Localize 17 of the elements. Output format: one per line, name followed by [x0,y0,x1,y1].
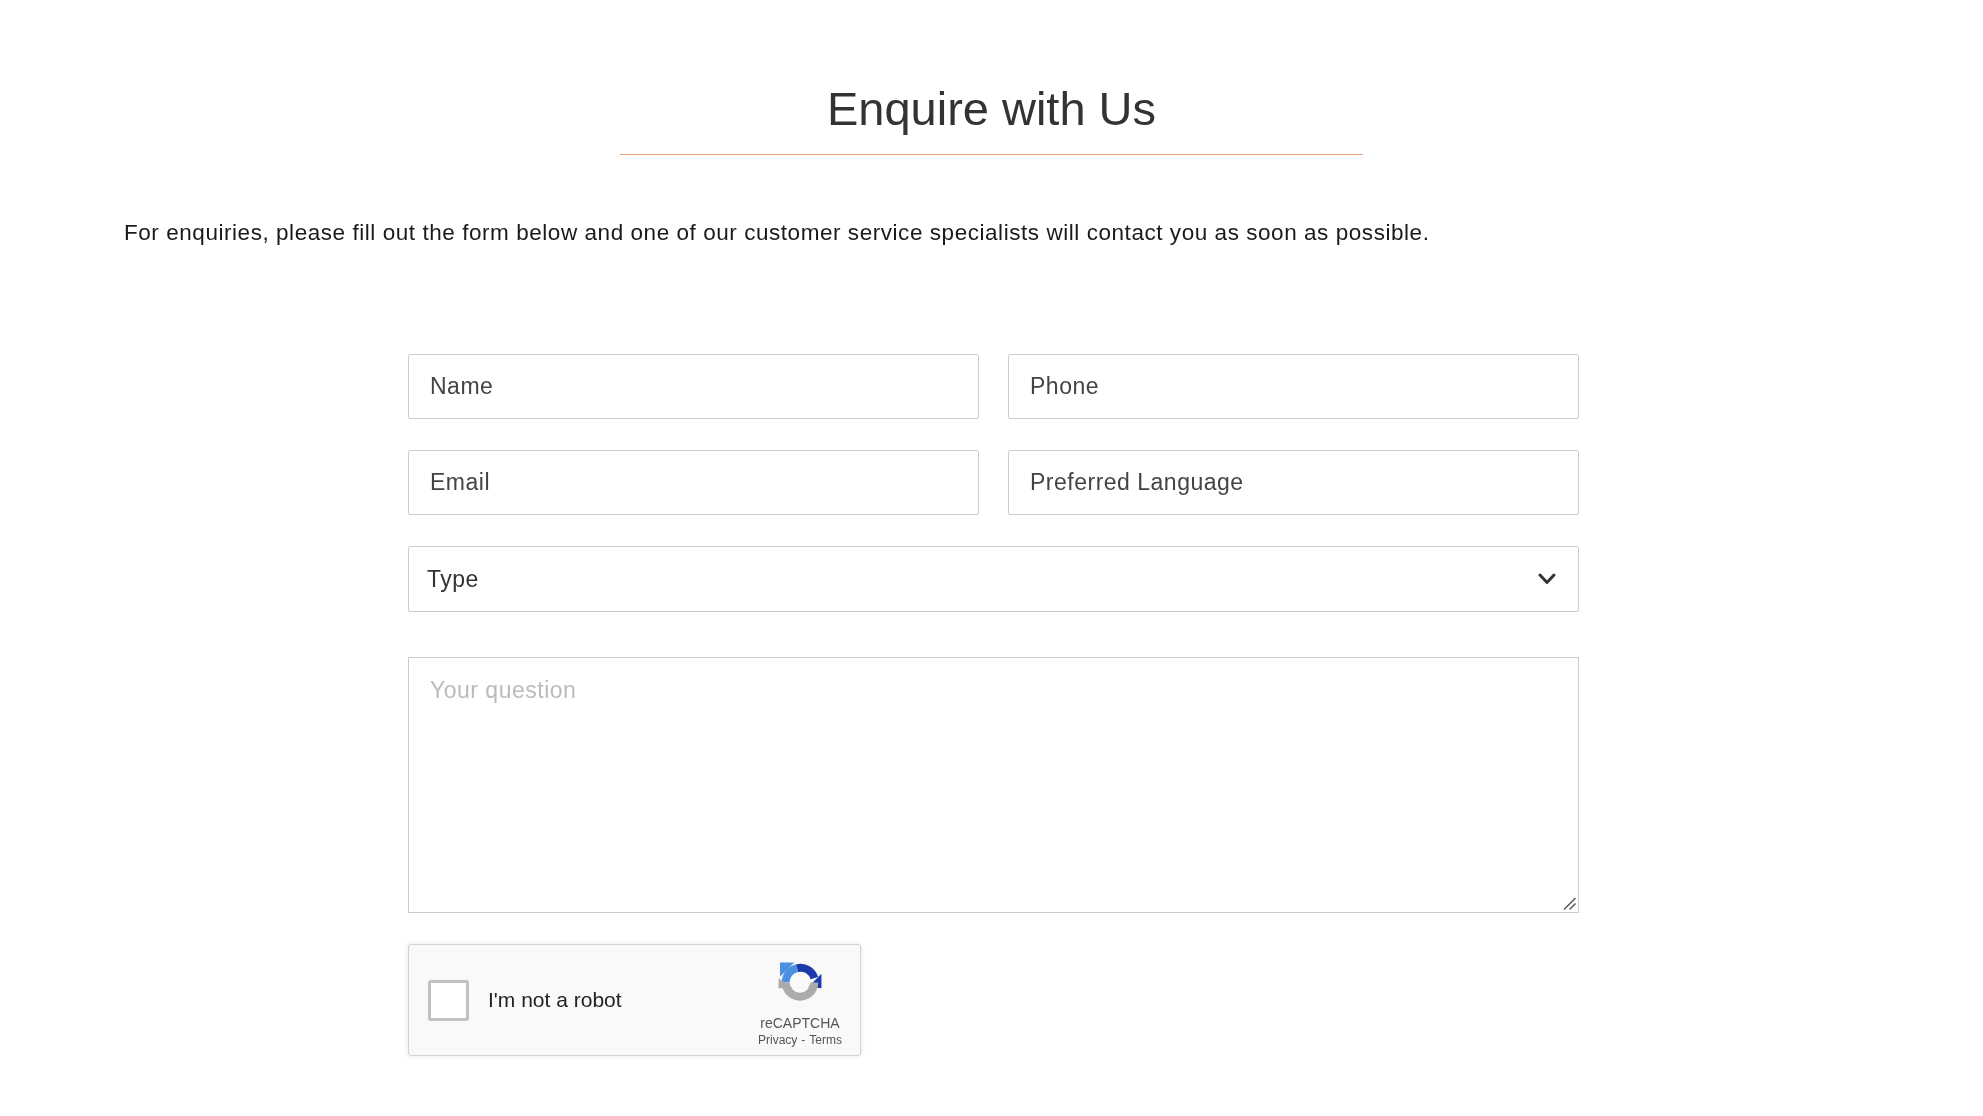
text-input[interactable]: Name [408,354,979,419]
text-input[interactable]: Email [408,450,979,515]
page-title: Enquire with Us [826,82,1157,136]
select-dropdown[interactable]: Type [408,546,1579,612]
chevron-down-icon [1538,573,1556,585]
text-input[interactable]: Preferred Language [1008,450,1579,515]
checkbox-label: I'm not a robot [488,988,622,1012]
terms-link[interactable]: Terms [809,1033,842,1047]
resize-grip-icon[interactable] [1563,897,1576,910]
link-separator: - [801,1033,806,1047]
privacy-link[interactable]: Privacy [758,1033,798,1047]
text-area[interactable]: Your question [408,657,1579,913]
intro-paragraph: For enquiries, please fill out the form below and one of our customer service specialists will contact you as soon as possible. [124,219,1430,246]
text-input[interactable]: Phone [1008,354,1579,419]
circular-arrows-icon [777,961,823,1001]
checkbox[interactable] [428,979,469,1021]
brand-name: reCAPTCHA [760,1015,840,1031]
